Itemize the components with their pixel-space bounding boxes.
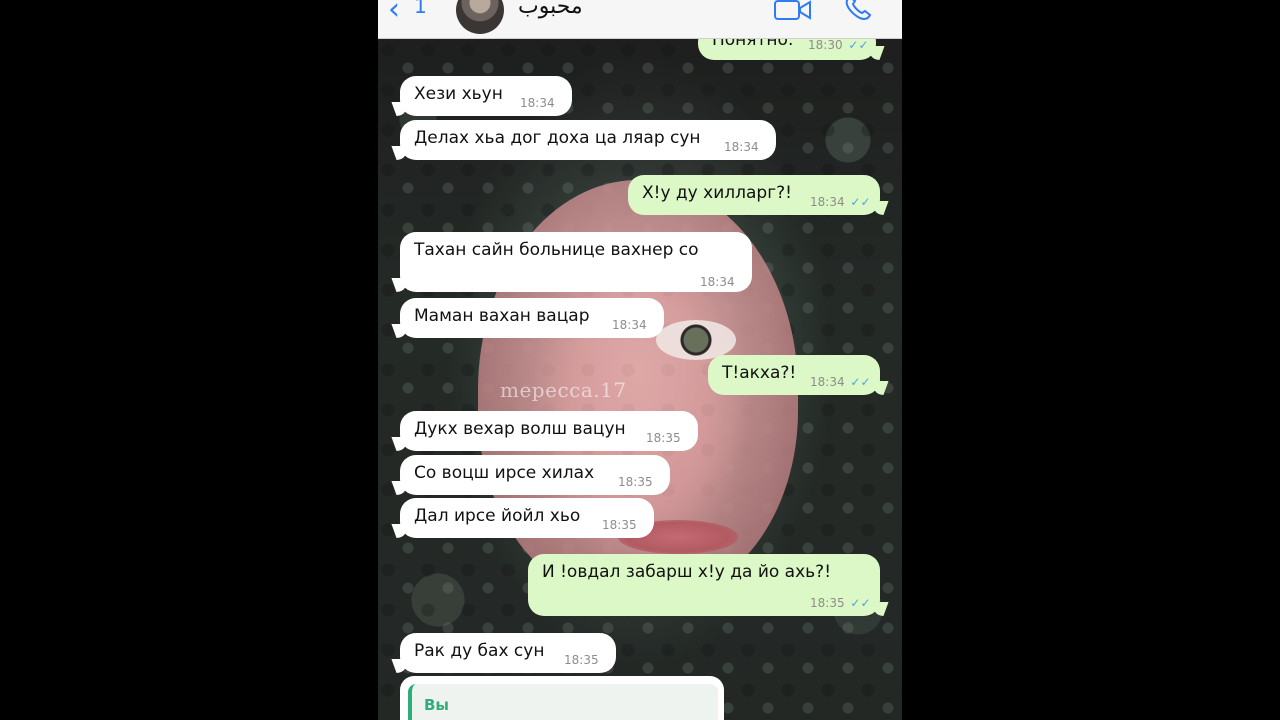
message-text: И !овдал забарш х!у да йо ахь?! xyxy=(542,562,832,582)
message-text: Маман вахан вацар xyxy=(414,306,590,326)
message-incoming[interactable]: Дал ирсе йойл хьо 18:35 xyxy=(400,498,654,538)
read-ticks-icon: ✓✓ xyxy=(850,375,871,389)
message-outgoing[interactable]: И !овдал забарш х!у да йо ахь?! 18:35 ✓✓ xyxy=(528,554,880,616)
message-time: 18:35 xyxy=(646,431,681,445)
message-text: Тахан сайн больнице вахнер со xyxy=(414,240,699,260)
message-text: Хези хьун xyxy=(414,84,503,104)
message-incoming[interactable]: Тахан сайн больнице вахнер со 18:34 xyxy=(400,232,752,292)
message-time: 18:34 xyxy=(724,140,759,154)
message-time: 18:34 xyxy=(612,318,647,332)
chat-header: ‹ 1 محبوب xyxy=(378,0,902,39)
message-text: Х!у ду хилларг?! xyxy=(642,183,792,203)
phone-call-icon[interactable] xyxy=(844,0,876,24)
message-time: 18:35 xyxy=(618,475,653,489)
message-incoming[interactable]: Со воцш ирсе хилах 18:35 xyxy=(400,455,670,495)
message-incoming[interactable]: Хези хьун 18:34 xyxy=(400,76,572,116)
message-incoming[interactable]: Маман вахан вацар 18:34 xyxy=(400,298,664,338)
read-ticks-icon: ✓✓ xyxy=(848,38,869,52)
message-incoming[interactable]: Делах хьа дог доха ца ляар сун 18:34 xyxy=(400,120,776,160)
message-incoming[interactable]: Рак ду бах сун 18:35 xyxy=(400,633,616,673)
wallpaper-eye xyxy=(656,320,736,360)
message-time: 18:34 ✓✓ xyxy=(810,195,871,209)
message-text: Рак ду бах сун xyxy=(414,641,545,661)
message-text: Делах хьа дог доха ца ляар сун xyxy=(414,128,701,148)
message-outgoing[interactable]: Т!акха?! 18:34 ✓✓ xyxy=(708,355,880,395)
quoted-reply-bubble[interactable]: Вы xyxy=(400,676,724,720)
message-outgoing[interactable]: Х!у ду хилларг?! 18:34 ✓✓ xyxy=(628,175,880,215)
message-time: 18:34 xyxy=(520,96,555,110)
message-text: Дал ирсе йойл хьо xyxy=(414,506,581,526)
message-time: 18:34 xyxy=(700,275,735,289)
contact-name[interactable]: محبوب xyxy=(518,0,583,19)
unread-count[interactable]: 1 xyxy=(414,0,427,18)
message-text: Т!акха?! xyxy=(722,363,797,383)
message-incoming[interactable]: Дукх вехар волш вацун 18:35 xyxy=(400,411,698,451)
quoted-message[interactable]: Вы xyxy=(408,684,718,720)
read-ticks-icon: ✓✓ xyxy=(850,596,871,610)
message-time: 18:30 ✓✓ xyxy=(808,38,869,52)
read-ticks-icon: ✓✓ xyxy=(850,195,871,209)
watermark-text: mepecca.17 xyxy=(500,378,627,402)
chat-screen: mepecca.17 ‹ 1 محبوب Понятно. 18:30 ✓✓ Х… xyxy=(378,0,902,720)
message-time: 18:35 ✓✓ xyxy=(810,596,871,610)
avatar[interactable] xyxy=(456,0,504,34)
message-text: Дукх вехар волш вацун xyxy=(414,419,626,439)
message-time: 18:35 xyxy=(602,518,637,532)
message-time: 18:34 ✓✓ xyxy=(810,375,871,389)
back-arrow-icon[interactable]: ‹ xyxy=(388,0,400,27)
video-call-icon[interactable] xyxy=(774,0,812,26)
quoted-author: Вы xyxy=(424,696,449,714)
message-time: 18:35 xyxy=(564,653,599,667)
message-text: Со воцш ирсе хилах xyxy=(414,463,595,483)
